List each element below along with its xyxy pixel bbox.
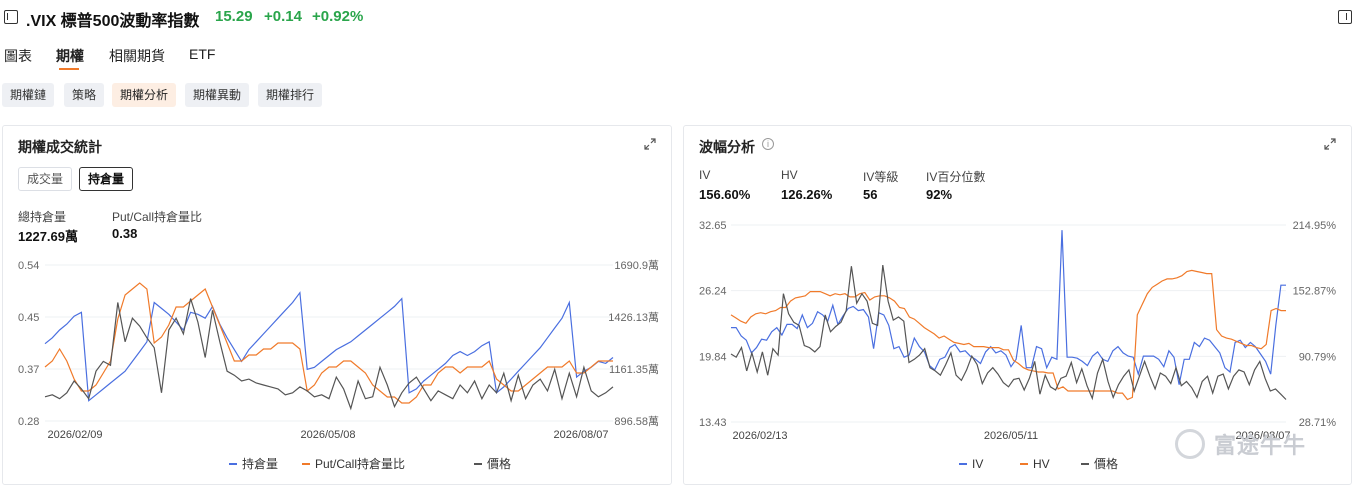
x-axis-tick: 2026/02/09: [47, 429, 102, 441]
left-axis-tick: 13.43: [699, 417, 727, 429]
right-axis-tick: 1690.9萬: [614, 259, 659, 272]
stat-label: IV: [699, 168, 711, 182]
futu-logo-icon: [1175, 429, 1205, 459]
subtab-option-chain[interactable]: 期權鏈: [2, 83, 55, 107]
stat-label: Put/Call持倉量比: [112, 210, 203, 224]
header: .VIX 標普500波動率指數 15.29 +0.14 +0.92%: [0, 0, 1353, 36]
page-title: .VIX 標普500波動率指數: [26, 13, 200, 30]
right-axis-tick: 896.58萬: [614, 415, 659, 428]
info-icon[interactable]: i: [762, 138, 774, 150]
legend-label: 價格: [487, 456, 511, 471]
right-axis-tick: 214.95%: [1293, 220, 1337, 232]
stat-value: 92%: [926, 187, 953, 202]
subtab-option-analysis[interactable]: 期權分析: [112, 83, 177, 107]
tab-etf[interactable]: ETF: [189, 46, 215, 62]
price-change-pct: +0.92%: [312, 8, 364, 25]
left-axis-tick: 32.65: [699, 220, 727, 232]
stat-value: 0.38: [112, 226, 138, 241]
stat-label: IV等級: [863, 170, 899, 184]
stat-label: IV百分位數: [926, 170, 986, 184]
toggle-open-interest[interactable]: 持倉量: [79, 167, 134, 191]
option-volume-stats-panel: 期權成交統計 成交量 持倉量 總持倉量 1227.69萬 Put/Call持倉量…: [2, 125, 672, 485]
left-axis-tick: 26.24: [699, 286, 727, 298]
watermark: 富途牛牛: [1214, 433, 1307, 458]
right-axis-tick: 1426.13萬: [608, 311, 659, 324]
left-axis-tick: 19.84: [699, 351, 727, 363]
legend-label: Put/Call持倉量比: [315, 456, 405, 471]
tab-options[interactable]: 期權: [56, 46, 84, 66]
open-interest-chart: 0.54 1690.9萬 0.45 1426.13萬 0.37 1161.35萬 0.28 8…: [18, 259, 659, 471]
legend-label: HV: [1033, 457, 1050, 471]
expand-panel-icon[interactable]: [1338, 10, 1352, 24]
right-axis-tick: 90.79%: [1299, 351, 1337, 363]
legend-label: 持倉量: [242, 456, 278, 471]
stat-label: HV: [781, 168, 798, 182]
left-axis-tick: 0.37: [18, 364, 39, 376]
stat-value: 1227.69萬: [18, 229, 78, 244]
left-axis-tick: 0.54: [18, 260, 39, 272]
right-axis-tick: 1161.35萬: [609, 363, 659, 376]
subtab-strategy[interactable]: 策略: [64, 83, 105, 107]
panel-title: 波幅分析: [699, 139, 755, 155]
left-axis-tick: 0.45: [18, 312, 39, 324]
subtab-option-activity[interactable]: 期權異動: [185, 83, 250, 107]
series-line: [44, 298, 614, 411]
series-line: [730, 265, 1287, 401]
legend-label: 價格: [1094, 456, 1118, 471]
series-line: [44, 291, 614, 402]
active-tab-indicator: [59, 68, 79, 70]
price-change: +0.14: [264, 8, 302, 25]
left-axis-tick: 0.28: [18, 416, 39, 428]
toggle-volume[interactable]: 成交量: [18, 167, 73, 191]
x-axis-tick: 2026/02/13: [732, 430, 787, 442]
subtab-option-ranking[interactable]: 期權排行: [258, 83, 323, 107]
x-axis-tick: 2026/08/07: [553, 429, 608, 441]
fullscreen-icon[interactable]: [644, 138, 656, 150]
panel-title: 期權成交統計: [18, 139, 102, 155]
last-price: 15.29: [215, 8, 253, 25]
legend-label: IV: [972, 457, 983, 471]
series-line: [731, 230, 1286, 385]
x-axis-tick: 2026/05/11: [984, 430, 1038, 442]
collapse-sidebar-icon[interactable]: [4, 10, 18, 24]
series-line: [44, 282, 613, 404]
tab-related-futures[interactable]: 相關期貨: [109, 46, 165, 66]
stat-value: 156.60%: [699, 187, 751, 202]
x-axis-tick: 2026/05/08: [300, 429, 355, 441]
fullscreen-icon[interactable]: [1324, 138, 1336, 150]
stat-value: 56: [863, 187, 878, 202]
stat-value: 126.26%: [781, 187, 833, 202]
tab-chart[interactable]: 圖表: [4, 46, 32, 66]
right-axis-tick: 152.87%: [1293, 286, 1337, 298]
stat-label: 總持倉量: [18, 210, 67, 224]
